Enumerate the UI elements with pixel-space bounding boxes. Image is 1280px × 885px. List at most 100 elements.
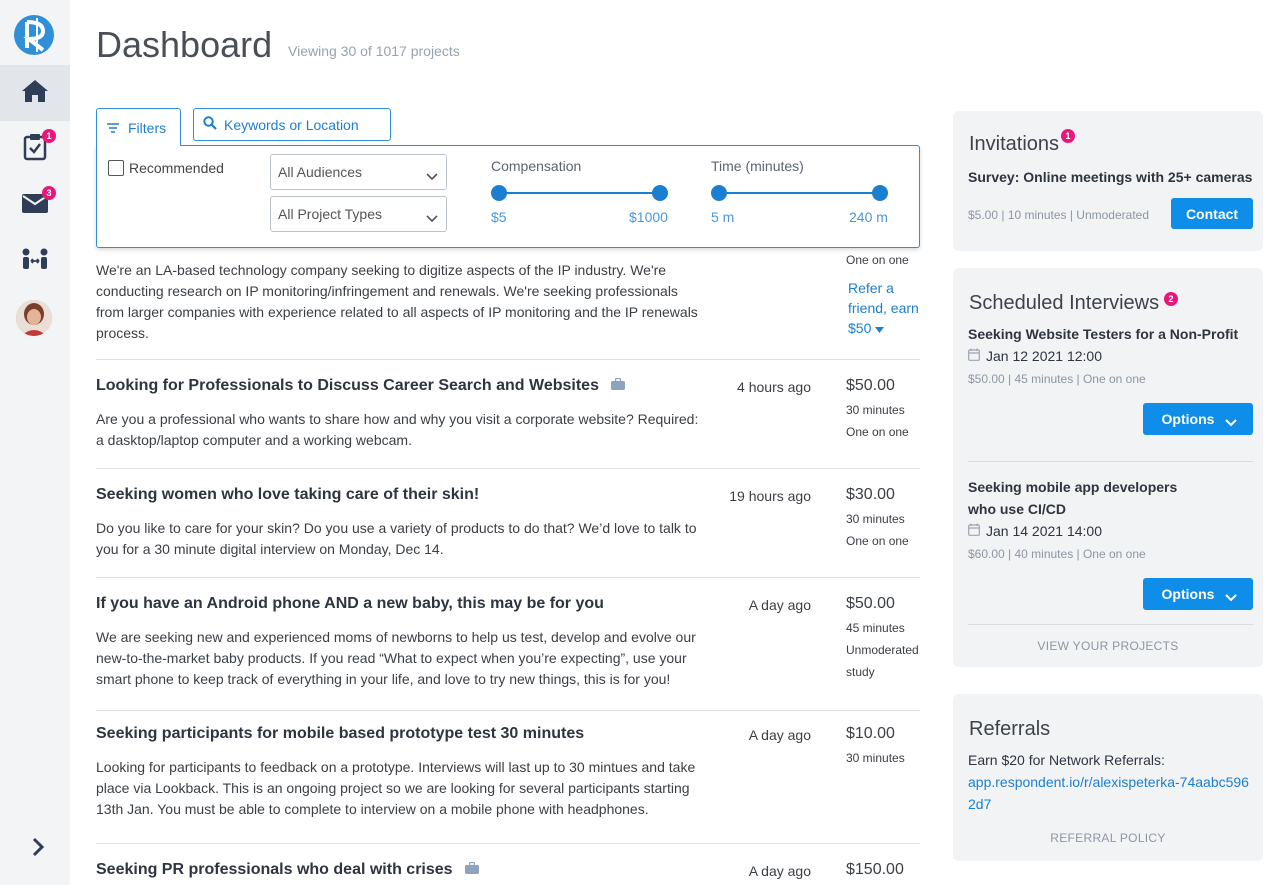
project-price: $30.00 (846, 486, 895, 503)
tasks-count-badge: 1 (42, 129, 56, 143)
project-price: $50.00 (846, 595, 895, 612)
sidebar-item-messages[interactable]: 3 (0, 177, 70, 233)
time-slider-track[interactable] (719, 192, 881, 194)
project-format: Unmoderated study (846, 643, 919, 679)
interview-date-row: Jan 14 2021 14:00 (968, 523, 1102, 539)
sidebar-item-tasks[interactable]: 1 (0, 121, 70, 177)
project-title-row[interactable]: Seeking PR professionals who deal with c… (96, 861, 480, 879)
chevron-down-icon (1225, 589, 1237, 605)
calendar-icon (968, 348, 980, 364)
project-title: Looking for Professionals to Discuss Car… (96, 377, 599, 395)
scheduled-count-badge: 2 (1164, 292, 1178, 306)
divider (96, 843, 920, 844)
project-description: Are you a professional who wants to shar… (96, 411, 699, 448)
divider (968, 461, 1253, 462)
chevron-down-icon (426, 168, 438, 184)
sidebar-item-home[interactable] (0, 65, 70, 121)
project-format: One on one (846, 253, 909, 267)
divider (96, 710, 920, 711)
view-your-projects-link[interactable]: VIEW YOUR PROJECTS (953, 639, 1263, 653)
recommended-checkbox[interactable] (108, 160, 124, 176)
page-title: Dashboard (96, 24, 273, 65)
time-min-handle[interactable] (711, 185, 727, 201)
scheduled-interviews-title: Scheduled Interviews (969, 292, 1160, 314)
sidebar: 1 3 (0, 0, 70, 885)
chevron-right-icon[interactable] (26, 835, 50, 859)
messages-count-badge: 3 (42, 186, 56, 200)
invitations-count-badge: 1 (1061, 129, 1075, 143)
keyword-location-search-input[interactable]: Keywords or Location (193, 108, 391, 141)
filter-icon (107, 120, 119, 136)
compensation-max-handle[interactable] (652, 185, 668, 201)
compensation-min-handle[interactable] (491, 185, 507, 201)
project-posted-time: A day ago (748, 727, 811, 743)
sidebar-item-referrals[interactable] (0, 233, 70, 289)
interview-title[interactable]: Seeking Website Testers for a Non-Profit (968, 323, 1238, 345)
referrals-card: Referrals Earn $20 for Network Referrals… (953, 694, 1263, 861)
time-max-handle[interactable] (872, 185, 888, 201)
project-description: We're an LA-based technology company see… (96, 262, 698, 341)
time-min-value: 5 m (711, 209, 735, 225)
project-price: $50.00 (846, 377, 895, 394)
interview-date-row: Jan 12 2021 12:00 (968, 348, 1102, 364)
chevron-down-icon (426, 210, 438, 226)
search-icon (203, 116, 217, 133)
project-title[interactable]: Seeking participants for mobile based pr… (96, 725, 584, 743)
divider (96, 468, 920, 469)
compensation-label: Compensation (491, 158, 582, 174)
project-type-select[interactable]: All Project Types (270, 196, 447, 232)
invitations-card: Invitations 1 Survey: Online meetings wi… (953, 111, 1263, 251)
user-avatar[interactable] (16, 300, 52, 336)
compensation-slider-track[interactable] (499, 192, 661, 194)
project-title-row[interactable]: Looking for Professionals to Discuss Car… (96, 377, 626, 395)
options-button[interactable]: Options (1143, 403, 1253, 435)
project-meta: 30 minutes One on one (846, 508, 926, 552)
project-posted-time: 19 hours ago (729, 488, 811, 504)
project-duration: 30 minutes (846, 403, 905, 417)
respondent-logo-icon[interactable] (13, 14, 55, 56)
tab-filters[interactable]: Filters (96, 108, 181, 146)
recommended-label: Recommended (129, 160, 224, 176)
project-price: $150.00 (846, 861, 904, 878)
home-icon (20, 78, 50, 109)
referrals-title: Referrals (969, 718, 1051, 740)
project-count-subtitle: Viewing 30 of 1017 projects (288, 43, 460, 59)
filter-panel: Recommended All Audiences All Project Ty… (96, 145, 920, 248)
refer-friend-link[interactable]: Refer a friend, earn $50 (848, 278, 928, 338)
project-meta: 30 minutes One on one (846, 399, 926, 443)
invitations-title: Invitations (969, 133, 1060, 155)
project-posted-time: A day ago (748, 863, 811, 879)
referral-policy-link[interactable]: REFERRAL POLICY (953, 831, 1263, 845)
interview-meta: $60.00 | 40 minutes | One on one (968, 547, 1146, 561)
divider (96, 359, 920, 360)
compensation-max-value: $1000 (629, 209, 668, 225)
project-description: Do you like to care for your skin? Do yo… (96, 520, 697, 557)
referral-url-link[interactable]: app.respondent.io/r/alexispeterka-74aabc… (968, 771, 1253, 815)
project-title[interactable]: If you have an Android phone AND a new b… (96, 595, 604, 613)
project-description: We are seeking new and experienced moms … (96, 629, 696, 687)
divider (968, 624, 1253, 625)
interview-meta: $50.00 | 45 minutes | One on one (968, 372, 1146, 386)
options-button[interactable]: Options (1143, 578, 1253, 610)
divider (96, 577, 920, 578)
project-meta: 30 minutes (846, 747, 926, 769)
audience-select[interactable]: All Audiences (270, 154, 447, 190)
interview-date: Jan 14 2021 14:00 (986, 523, 1102, 539)
contact-button[interactable]: Contact (1171, 198, 1253, 229)
project-price: $10.00 (846, 725, 895, 742)
project-description: Looking for participants to feedback on … (96, 759, 696, 817)
compensation-min-value: $5 (491, 209, 507, 225)
time-max-value: 240 m (849, 209, 888, 225)
caret-down-icon (875, 320, 885, 336)
project-duration: 45 minutes (846, 621, 905, 635)
interview-title[interactable]: Seeking mobile app developers who use CI… (968, 476, 1208, 520)
project-posted-time: 4 hours ago (737, 379, 811, 395)
project-duration: 30 minutes (846, 512, 905, 526)
scheduled-interviews-card: Scheduled Interviews 2 Seeking Website T… (953, 268, 1263, 667)
invitation-title[interactable]: Survey: Online meetings with 25+ cameras (968, 166, 1252, 188)
calendar-icon (968, 523, 980, 539)
project-title[interactable]: Seeking women who love taking care of th… (96, 486, 479, 504)
audience-select-value: All Audiences (278, 164, 363, 180)
options-button-label: Options (1161, 586, 1215, 602)
project-meta: 45 minutes Unmoderated study (846, 617, 926, 683)
